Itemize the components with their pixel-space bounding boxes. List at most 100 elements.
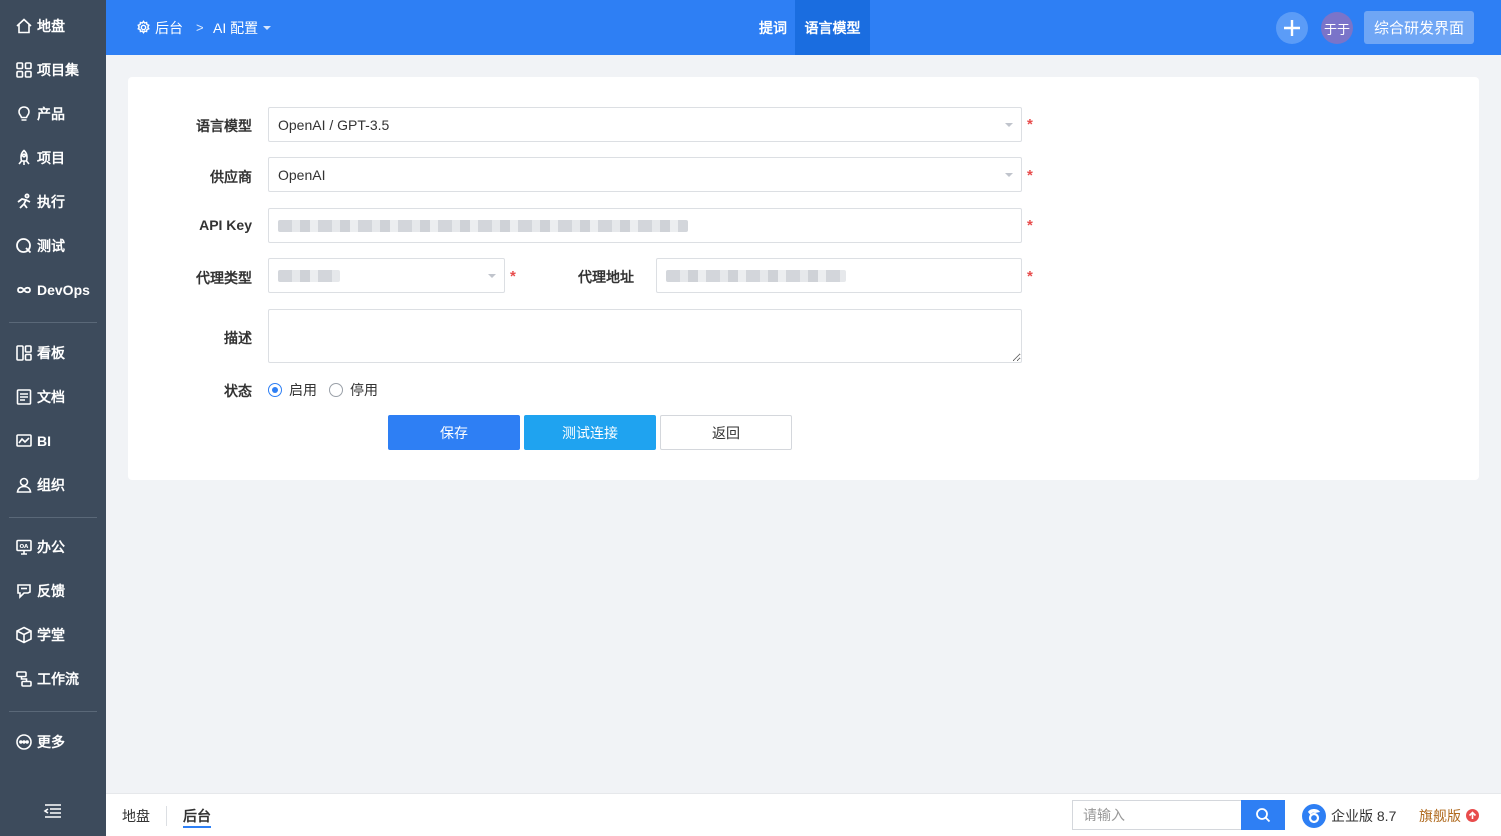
- sidebar-item-bi[interactable]: BI: [0, 419, 106, 463]
- apikey-label: API Key: [199, 217, 252, 233]
- sidebar-item-feedback[interactable]: 反馈: [0, 569, 106, 613]
- proxy-address-input[interactable]: [656, 258, 1022, 293]
- home-icon: [16, 18, 32, 34]
- feedback-icon: [17, 584, 31, 599]
- top-header: 后台 > AI 配置 提词 语言模型 于于 综合研发界面: [106, 0, 1501, 55]
- status-disable-radio[interactable]: 停用: [329, 380, 378, 400]
- sidebar-item-label: 学堂: [37, 627, 65, 643]
- svg-text:OA: OA: [20, 544, 30, 550]
- proxy-type-select[interactable]: [268, 258, 505, 293]
- vendor-select-value: OpenAI: [278, 166, 326, 183]
- radio-checked-icon: [268, 383, 282, 397]
- footer-divider: [166, 806, 167, 826]
- sidebar-item-label: 反馈: [37, 583, 65, 599]
- breadcrumb-admin[interactable]: 后台: [136, 0, 183, 55]
- chevron-down-icon: [1005, 122, 1013, 127]
- back-button[interactable]: 返回: [660, 415, 792, 450]
- chart-icon: [16, 434, 32, 447]
- search-button[interactable]: [1241, 800, 1285, 830]
- sidebar-item-more[interactable]: 更多: [0, 720, 106, 764]
- sidebar-item-academy[interactable]: 学堂: [0, 613, 106, 657]
- required-mark: *: [1027, 116, 1033, 133]
- workflow-icon: [16, 671, 32, 687]
- sidebar-item-label: 执行: [37, 194, 65, 210]
- create-button[interactable]: [1276, 12, 1308, 44]
- active-underline: [183, 826, 211, 828]
- cube-icon: [16, 626, 32, 644]
- edition-text: 企业版 8.7: [1331, 807, 1397, 824]
- more-icon: [16, 734, 32, 750]
- sidebar-item-doc[interactable]: 文档: [0, 375, 106, 419]
- plus-icon: [1284, 20, 1300, 36]
- tab-language-model[interactable]: 语言模型: [795, 0, 870, 55]
- proxy-type-label: 代理类型: [196, 270, 252, 286]
- sidebar-item-project[interactable]: 项目: [0, 136, 106, 180]
- required-mark: *: [1027, 167, 1033, 184]
- sidebar-item-label: 工作流: [37, 671, 79, 687]
- user-icon: [16, 477, 32, 493]
- model-select-value: OpenAI / GPT-3.5: [278, 116, 390, 133]
- document-icon: [16, 389, 32, 405]
- sidebar-item-label: 项目集: [37, 62, 79, 78]
- kanban-icon: [16, 345, 32, 361]
- redacted-value: [666, 269, 846, 282]
- sidebar-item-kanban[interactable]: 看板: [0, 331, 106, 375]
- status-label: 状态: [224, 383, 252, 399]
- ai-model-form-card: 语言模型 OpenAI / GPT-3.5 * 供应商 OpenAI * API…: [128, 77, 1479, 480]
- test-connection-button[interactable]: 测试连接: [524, 415, 656, 450]
- bulb-icon: [18, 106, 30, 121]
- sidebar-item-label: 地盘: [37, 18, 65, 34]
- sidebar-item-label: BI: [37, 433, 51, 449]
- run-icon: [17, 193, 31, 209]
- sidebar-item-workflow[interactable]: 工作流: [0, 657, 106, 701]
- switch-interface-button[interactable]: 综合研发界面: [1364, 11, 1474, 44]
- sidebar-item-org[interactable]: 组织: [0, 463, 106, 507]
- status-enable-radio[interactable]: 启用: [268, 380, 317, 400]
- description-label: 描述: [224, 330, 252, 346]
- sidebar-item-devops[interactable]: DevOps: [0, 268, 106, 312]
- sidebar-item-label: 文档: [37, 389, 65, 405]
- chevron-down-icon: [1005, 172, 1013, 177]
- sidebar-item-label: 看板: [37, 345, 65, 361]
- zentao-logo-icon: [1302, 804, 1326, 828]
- apikey-input[interactable]: [268, 208, 1022, 243]
- test-icon: [16, 238, 32, 254]
- avatar[interactable]: 于于: [1321, 12, 1353, 44]
- sidebar: 地盘 项目集 产品 项目 执行 测试 DevOps 看板 文档 BI 组织 OA…: [0, 0, 106, 836]
- vendor-label: 供应商: [210, 169, 252, 185]
- footer-link-admin[interactable]: 后台: [183, 794, 211, 836]
- redacted-value: [278, 269, 340, 282]
- sidebar-item-dashboard[interactable]: 地盘: [0, 4, 106, 48]
- sidebar-item-label: 产品: [37, 106, 65, 122]
- footer-link-admin-label: 后台: [183, 807, 211, 824]
- sidebar-item-label: 项目: [37, 150, 65, 166]
- sidebar-item-program[interactable]: 项目集: [0, 48, 106, 92]
- sidebar-item-label: 更多: [37, 734, 65, 750]
- breadcrumb-separator: >: [196, 20, 204, 35]
- caret-down-icon: [263, 25, 272, 30]
- status-disable-label: 停用: [350, 382, 378, 398]
- collapse-menu-icon[interactable]: [42, 800, 64, 822]
- sidebar-item-label: 测试: [37, 238, 65, 254]
- description-textarea[interactable]: [268, 309, 1022, 363]
- model-select[interactable]: OpenAI / GPT-3.5: [268, 107, 1022, 142]
- sidebar-item-label: 办公: [37, 539, 65, 555]
- upgrade-flagship-link[interactable]: 旗舰版: [1419, 794, 1479, 836]
- search-icon: [1256, 808, 1271, 823]
- breadcrumb-ai-config[interactable]: AI 配置: [213, 0, 272, 55]
- sidebar-divider: [9, 711, 97, 712]
- sidebar-item-oa[interactable]: OA 办公: [0, 525, 106, 569]
- footer-link-dashboard[interactable]: 地盘: [122, 794, 150, 836]
- save-button[interactable]: 保存: [388, 415, 520, 450]
- tab-prompt[interactable]: 提词: [751, 0, 795, 55]
- redacted-value: [278, 219, 688, 232]
- sidebar-item-test[interactable]: 测试: [0, 224, 106, 268]
- sidebar-item-label: 组织: [37, 477, 65, 493]
- search-input[interactable]: [1072, 800, 1242, 830]
- vendor-select[interactable]: OpenAI: [268, 157, 1022, 192]
- sidebar-item-label: DevOps: [37, 282, 90, 298]
- upgrade-flagship-label: 旗舰版: [1419, 807, 1461, 824]
- sidebar-item-execution[interactable]: 执行: [0, 180, 106, 224]
- sidebar-divider: [9, 322, 97, 323]
- sidebar-item-product[interactable]: 产品: [0, 92, 106, 136]
